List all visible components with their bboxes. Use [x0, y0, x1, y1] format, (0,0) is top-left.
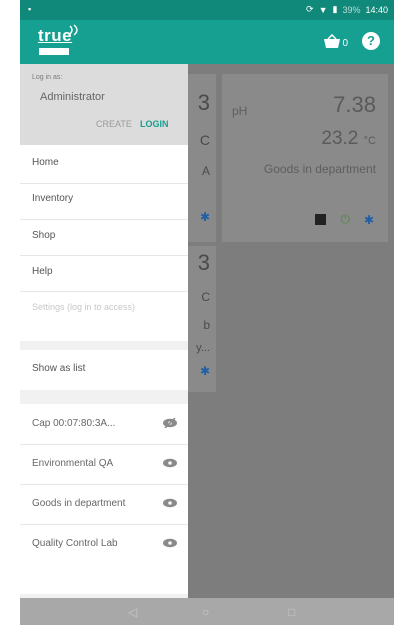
- eye-icon[interactable]: [162, 498, 178, 508]
- list-item[interactable]: Environmental QA: [20, 446, 188, 482]
- menu-item-shop[interactable]: Shop: [32, 230, 55, 241]
- basket-button[interactable]: 0: [323, 33, 348, 49]
- card-fragment: 3: [197, 90, 210, 115]
- app-bar: true 0 ?: [20, 20, 394, 64]
- menu-item-help[interactable]: Help: [32, 266, 53, 277]
- eye-icon[interactable]: [162, 458, 178, 468]
- bluetooth-icon: ✱: [199, 364, 210, 378]
- device-list: Cap 00:07:80:3A... Environmental QA Good…: [20, 404, 188, 594]
- true-logo[interactable]: true: [38, 24, 78, 55]
- device-name: Cap 00:07:80:3A...: [32, 418, 116, 429]
- bluetooth-icon: ✱: [363, 212, 374, 227]
- card-fragment: b: [203, 318, 210, 332]
- card-fragment: 3: [197, 250, 210, 275]
- device-name: Goods in department: [32, 498, 126, 509]
- login-caption: Log in as:: [32, 74, 63, 81]
- home-icon[interactable]: ○: [202, 605, 209, 619]
- show-as-list-label: Show as list: [32, 363, 86, 374]
- signal-waves-icon: [69, 24, 78, 36]
- sensor-card-ph[interactable]: pH 7.38 23.2 °C Goods in department ⏻ ✱: [222, 74, 388, 242]
- menu-item-settings: Settings (log in to access): [32, 302, 136, 312]
- menu-item-inventory[interactable]: Inventory: [32, 193, 73, 204]
- device-screen: ▪ ⟳ ▼ ▮ 39% 14:40 true 0 ? 3 C A ✱ pH 7.…: [20, 0, 394, 625]
- login-header: Log in as: Administrator CREATE LOGIN: [20, 64, 188, 145]
- current-user: Administrator: [40, 91, 105, 103]
- clock: 14:40: [365, 4, 388, 15]
- chart-icon[interactable]: [315, 214, 327, 225]
- back-icon[interactable]: ◁: [128, 605, 137, 619]
- drawer-menu: Home Inventory Shop Help Settings (log i…: [20, 145, 188, 341]
- eye-icon[interactable]: [162, 538, 178, 548]
- card-fragment: C: [199, 132, 210, 148]
- sync-icon: ⟳: [306, 4, 314, 14]
- measurement-label: pH: [232, 104, 248, 118]
- notification-icon: ▪: [28, 4, 32, 14]
- show-as-list-toggle[interactable]: Show as list: [20, 350, 188, 390]
- battery-icon: ▮: [332, 4, 338, 14]
- navigation-drawer: Log in as: Administrator CREATE LOGIN Ho…: [20, 64, 188, 598]
- status-bar: ▪ ⟳ ▼ ▮ 39% 14:40: [20, 0, 394, 20]
- card-fragment: y...: [196, 342, 210, 354]
- measurement-value: 7.38: [333, 92, 376, 117]
- basket-count: 0: [342, 37, 348, 49]
- power-icon[interactable]: ⏻: [340, 212, 350, 227]
- location-label: Goods in department: [263, 162, 376, 176]
- battery-level: 39%: [342, 4, 361, 15]
- device-name: Quality Control Lab: [32, 538, 118, 549]
- help-icon[interactable]: ?: [362, 32, 380, 50]
- logo-subtext: [39, 48, 69, 55]
- list-item[interactable]: Goods in department: [20, 486, 188, 522]
- device-name: Environmental QA: [32, 458, 114, 469]
- card-fragment: C: [201, 290, 210, 304]
- create-button[interactable]: CREATE: [96, 119, 132, 129]
- temperature-readout: 23.2 °C: [321, 128, 376, 149]
- basket-icon: [324, 33, 341, 48]
- menu-item-home[interactable]: Home: [32, 157, 59, 168]
- recents-icon[interactable]: □: [288, 605, 295, 619]
- logo-text: true: [38, 26, 73, 45]
- login-button[interactable]: LOGIN: [140, 119, 169, 129]
- card-fragment: A: [201, 164, 210, 178]
- list-item[interactable]: Cap 00:07:80:3A...: [20, 406, 188, 442]
- bluetooth-icon: ✱: [199, 210, 210, 224]
- android-nav-bar: ◁ ○ □: [20, 598, 394, 625]
- eye-off-icon[interactable]: [162, 418, 178, 428]
- wifi-icon: ▼: [318, 4, 328, 15]
- list-item[interactable]: Quality Control Lab: [20, 526, 188, 562]
